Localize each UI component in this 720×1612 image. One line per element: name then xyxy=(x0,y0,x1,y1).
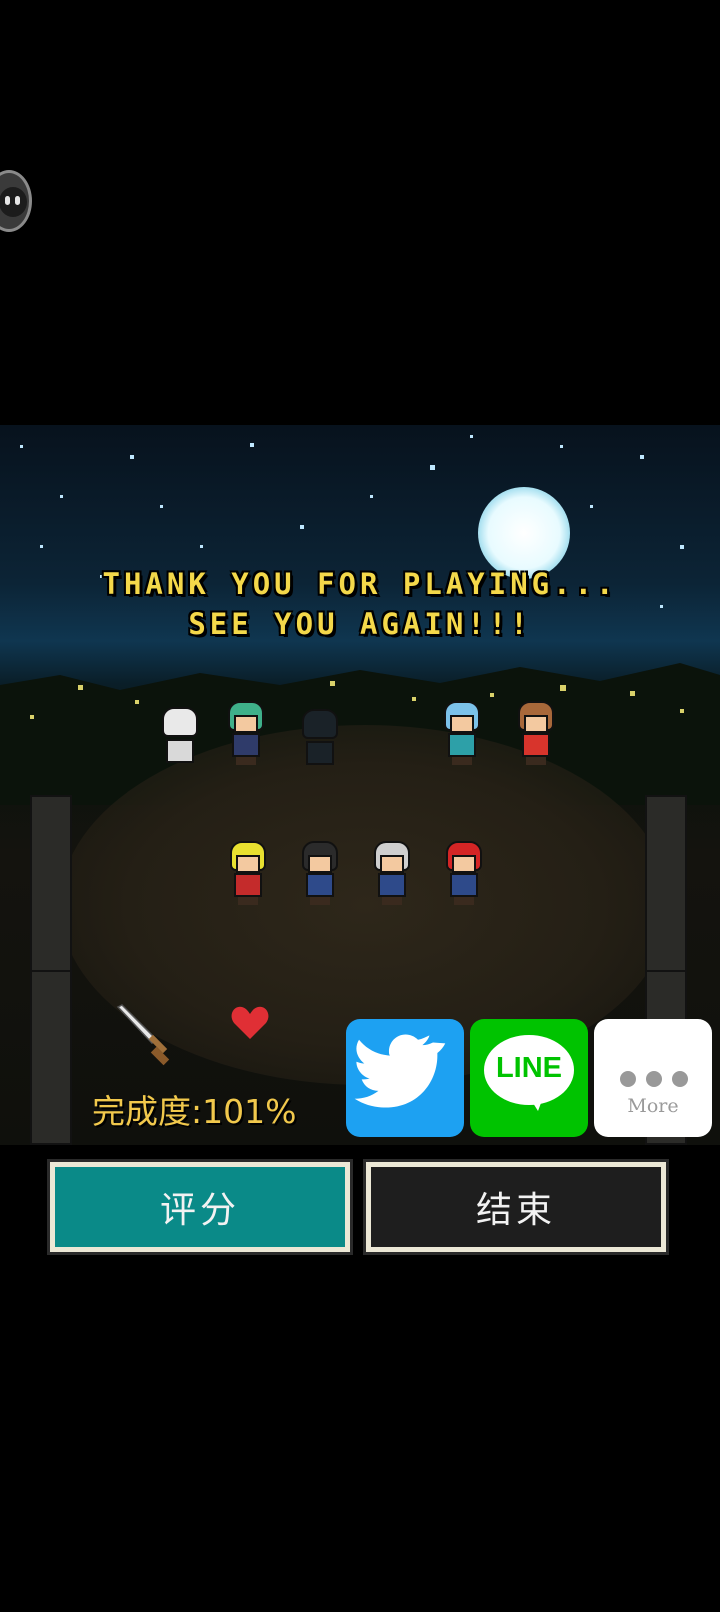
character-red-hair xyxy=(442,841,486,907)
character-blue-hair xyxy=(440,701,484,767)
character-silver-hair xyxy=(370,841,414,907)
heart-icon xyxy=(231,1006,269,1039)
game-scene: THANK YOU FOR PLAYING... SEE YOU AGAIN!!… xyxy=(0,425,720,1145)
character-white-cat xyxy=(158,707,202,773)
left-gate-pillar xyxy=(30,970,72,1145)
assistant-face xyxy=(0,187,27,217)
share-twitter-button[interactable] xyxy=(346,1019,464,1137)
thanks-message-line1: THANK YOU FOR PLAYING... xyxy=(102,567,618,601)
more-label: More xyxy=(627,1095,679,1117)
twitter-bird-icon xyxy=(354,1034,446,1108)
thanks-message-line2: SEE YOU AGAIN!!! xyxy=(188,607,532,641)
right-pillar xyxy=(645,795,687,975)
character-black-cat xyxy=(298,709,342,775)
end-button[interactable]: 结束 xyxy=(363,1159,669,1255)
character-brown-hair xyxy=(514,701,558,767)
rate-button[interactable]: 评分 xyxy=(47,1159,353,1255)
share-line-button[interactable]: LINE xyxy=(470,1019,588,1137)
character-blonde xyxy=(226,841,270,907)
more-dots-icon xyxy=(620,1071,690,1091)
moon-icon xyxy=(478,487,570,579)
completion-progress: 完成度:101% xyxy=(92,1092,297,1131)
left-pillar xyxy=(30,795,72,975)
share-more-button[interactable]: More xyxy=(594,1019,712,1137)
assistant-ball-icon[interactable] xyxy=(0,170,32,232)
character-green-hair xyxy=(224,701,268,767)
line-label: LINE xyxy=(495,1052,563,1084)
character-black-hair xyxy=(298,841,342,907)
sword-icon xyxy=(116,1004,170,1066)
